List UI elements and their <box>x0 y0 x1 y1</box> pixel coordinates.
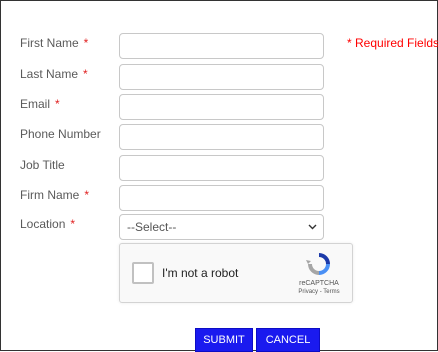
last-name-input[interactable] <box>119 64 324 90</box>
first-name-label: First Name * <box>20 36 88 50</box>
job-title-input[interactable] <box>119 155 324 181</box>
recaptcha-brand: reCAPTCHA <box>299 280 339 287</box>
phone-number-input[interactable] <box>119 124 324 150</box>
recaptcha-logo-icon <box>305 250 333 278</box>
required-asterisk: * <box>84 188 90 202</box>
email-label: Email * <box>20 97 60 111</box>
recaptcha-privacy-link[interactable]: Privacy <box>298 289 318 295</box>
firm-name-label: Firm Name * <box>20 188 89 202</box>
email-label-text: Email <box>20 97 51 111</box>
required-asterisk: * <box>55 97 60 111</box>
first-name-label-text: First Name <box>20 36 79 50</box>
job-title-label-text: Job Title <box>20 158 65 172</box>
form-container: First Name * * Required Fields Last Name *… <box>0 0 438 352</box>
email-input[interactable] <box>119 94 324 120</box>
job-title-label: Job Title <box>20 158 65 172</box>
recaptcha-widget: I'm not a robot reCAPTCHA Privacy - Term… <box>119 243 353 303</box>
first-name-input[interactable] <box>119 33 324 59</box>
required-asterisk: * <box>83 67 88 81</box>
required-asterisk: * <box>83 36 89 50</box>
phone-number-label-text: Phone Number <box>20 127 101 141</box>
submit-button[interactable]: SUBMIT <box>195 328 253 352</box>
location-label: Location * <box>20 217 75 231</box>
firm-name-label-text: Firm Name <box>20 188 80 202</box>
recaptcha-label: I'm not a robot <box>162 266 239 280</box>
recaptcha-checkbox[interactable] <box>132 262 154 284</box>
last-name-label: Last Name * <box>20 67 88 81</box>
required-asterisk: * <box>70 217 76 231</box>
firm-name-input[interactable] <box>119 185 324 211</box>
recaptcha-terms-link[interactable]: Terms <box>323 289 339 295</box>
cancel-button[interactable]: CANCEL <box>256 328 320 352</box>
location-select[interactable]: --Select-- <box>119 214 324 240</box>
phone-number-label: Phone Number <box>20 127 101 141</box>
location-select-value: --Select-- <box>127 220 177 234</box>
recaptcha-links: Privacy - Terms <box>298 289 340 295</box>
last-name-label-text: Last Name <box>20 67 79 81</box>
chevron-down-icon <box>308 215 317 239</box>
required-fields-note: * Required Fields <box>347 36 438 50</box>
location-label-text: Location <box>20 217 66 231</box>
